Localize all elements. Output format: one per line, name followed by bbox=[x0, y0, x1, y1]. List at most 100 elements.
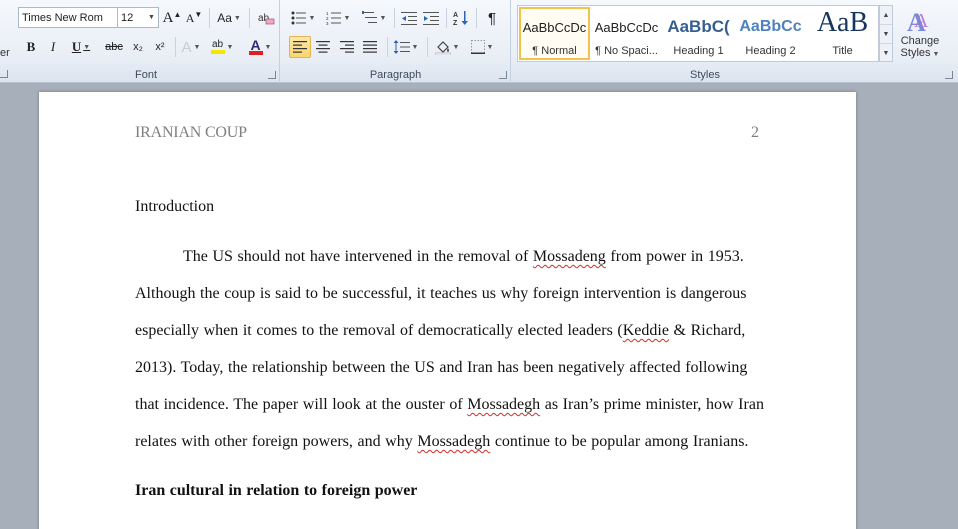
numbering-button[interactable]: 1 2 3 ▼ bbox=[323, 7, 353, 29]
styles-dialog-launcher-icon[interactable] bbox=[945, 71, 953, 79]
strikethrough-button[interactable]: abc bbox=[102, 36, 126, 58]
style-sample: AaBbC( bbox=[667, 17, 730, 36]
decrease-indent-button[interactable] bbox=[398, 7, 420, 29]
multilevel-list-button[interactable]: ▼ bbox=[359, 7, 389, 29]
gallery-scroll-down-icon[interactable]: ▼ bbox=[880, 25, 892, 44]
style-tile-heading-2[interactable]: AaBbCc Heading 2 bbox=[735, 7, 806, 60]
align-center-icon bbox=[316, 41, 330, 53]
style-tile-no-spacing[interactable]: AaBbCcDc ¶ No Spaci... bbox=[591, 7, 662, 60]
paragraph-dialog-launcher-icon[interactable] bbox=[499, 71, 507, 79]
font-name-combo[interactable]: Times New Rom ▼ bbox=[18, 7, 131, 28]
change-styles-label: Change Styles ▼ bbox=[898, 35, 942, 61]
chevron-down-icon: ▼ bbox=[932, 51, 940, 58]
align-left-button[interactable] bbox=[289, 36, 311, 58]
gallery-more-icon[interactable]: ▼ bbox=[880, 44, 892, 63]
borders-button[interactable]: ▼ bbox=[467, 36, 497, 58]
font-dialog-launcher-icon[interactable] bbox=[268, 71, 276, 79]
sort-button[interactable]: AZ bbox=[450, 7, 472, 29]
show-marks-button[interactable]: ¶ bbox=[481, 7, 503, 29]
shrink-arrow-icon: ▼ bbox=[194, 9, 203, 19]
multilevel-list-icon bbox=[361, 11, 377, 23]
increase-indent-button[interactable] bbox=[420, 7, 442, 29]
align-center-button[interactable] bbox=[312, 36, 334, 58]
style-tile-title[interactable]: AaB Title bbox=[807, 7, 878, 60]
body-text: 2013). Today, the relationship between t… bbox=[135, 359, 748, 376]
chevron-down-icon: ▼ bbox=[308, 14, 316, 22]
body-text: & Richard, bbox=[668, 322, 746, 339]
spelling-error-word[interactable]: Mossadegh bbox=[417, 433, 490, 450]
highlight-glyph: ab bbox=[211, 39, 224, 50]
body-text: The US should not have intervened in the… bbox=[183, 248, 533, 265]
subscript-icon: x₂ bbox=[133, 41, 143, 53]
body-line: that incidence. The paper will look at t… bbox=[135, 396, 764, 414]
spelling-error-word[interactable]: Mossadeng bbox=[533, 248, 606, 265]
decrease-indent-icon bbox=[401, 12, 417, 25]
grow-font-button[interactable]: A ▲ bbox=[163, 7, 182, 29]
borders-icon bbox=[470, 40, 485, 54]
superscript-button[interactable]: x² bbox=[150, 36, 170, 58]
line-spacing-button[interactable]: ▼ bbox=[391, 36, 421, 58]
body-line: The US should not have intervened in the… bbox=[135, 248, 761, 266]
style-sample: AaBbCcDc bbox=[594, 20, 659, 35]
paint-bucket-icon bbox=[434, 40, 451, 55]
chevron-down-icon[interactable]: ▼ bbox=[145, 8, 158, 27]
style-tile-heading-1[interactable]: AaBbC( Heading 1 bbox=[663, 7, 734, 60]
align-left-icon bbox=[293, 41, 307, 53]
gallery-scroll-up-icon[interactable]: ▲ bbox=[880, 6, 892, 25]
text-effects-icon: A bbox=[181, 38, 192, 56]
font-group-label: Font bbox=[134, 69, 157, 81]
text-effects-button[interactable]: A ▼ bbox=[179, 36, 203, 58]
italic-icon: I bbox=[50, 39, 56, 54]
font-color-button[interactable]: A ▼ bbox=[245, 36, 275, 58]
font-size-combo[interactable]: 12 ▼ bbox=[117, 7, 159, 28]
body-line: Although the coup is said to be successf… bbox=[135, 285, 761, 303]
gallery-scrollbar[interactable]: ▲ ▼ ▼ bbox=[879, 5, 893, 62]
subscript-button[interactable]: x₂ bbox=[128, 36, 148, 58]
align-right-button[interactable] bbox=[336, 36, 358, 58]
spelling-error-word[interactable]: Keddie bbox=[623, 322, 669, 339]
spelling-error-word[interactable]: Mossadegh bbox=[467, 396, 540, 413]
svg-text:A: A bbox=[914, 10, 929, 32]
document-page[interactable]: IRANIAN COUP 2 Introduction The US shoul… bbox=[39, 92, 856, 529]
font-color-glyph: A bbox=[250, 37, 261, 53]
clear-formatting-button[interactable]: ab bbox=[255, 7, 277, 29]
underline-button[interactable]: U ▼ bbox=[66, 36, 96, 58]
chevron-down-icon: ▼ bbox=[486, 43, 494, 51]
font-color-bar bbox=[248, 51, 263, 55]
style-sample: AaBbCc bbox=[739, 18, 802, 35]
highlight-button[interactable]: ab ▼ bbox=[207, 36, 237, 58]
shading-button[interactable]: ▼ bbox=[432, 36, 462, 58]
body-text: that incidence. The paper will look at t… bbox=[135, 396, 468, 413]
style-sample: AaB bbox=[816, 7, 869, 38]
grow-arrow-icon: ▲ bbox=[173, 9, 182, 19]
line-spacing-icon bbox=[393, 40, 410, 54]
chevron-down-icon: ▼ bbox=[193, 43, 201, 51]
chevron-down-icon: ▼ bbox=[343, 14, 351, 22]
sort-icon: AZ bbox=[453, 11, 468, 26]
section-subheading: Iran cultural in relation to foreign pow… bbox=[135, 482, 418, 499]
style-name: ¶ Normal bbox=[532, 45, 577, 57]
shrink-font-icon: A bbox=[185, 10, 195, 25]
paragraph-group-label: Paragraph bbox=[369, 69, 422, 81]
svg-text:A: A bbox=[453, 12, 458, 19]
change-styles-button[interactable]: A A Change Styles ▼ bbox=[897, 3, 943, 65]
style-tile-normal[interactable]: AaBbCcDc ¶ Normal bbox=[519, 7, 590, 60]
font-name-value: Times New Rom bbox=[22, 11, 103, 24]
font-color-icon: A bbox=[248, 37, 263, 55]
italic-button[interactable]: I bbox=[43, 36, 63, 58]
chevron-down-icon: ▼ bbox=[411, 43, 419, 51]
body-line: especially when it comes to the removal … bbox=[135, 322, 761, 340]
highlight-color-bar bbox=[210, 50, 225, 54]
chevron-down-icon: ▼ bbox=[452, 43, 460, 51]
increase-indent-icon bbox=[423, 12, 439, 25]
bullets-button[interactable]: ▼ bbox=[288, 7, 318, 29]
styles-group-label: Styles bbox=[690, 69, 720, 81]
clipboard-launcher-icon[interactable] bbox=[0, 70, 10, 80]
style-name: ¶ No Spaci... bbox=[595, 45, 658, 57]
change-case-button[interactable]: Aa ▼ bbox=[215, 7, 243, 29]
chevron-down-icon: ▼ bbox=[233, 14, 241, 22]
bold-button[interactable]: B bbox=[21, 36, 41, 58]
body-text: relates with other foreign powers, and w… bbox=[135, 433, 418, 450]
shrink-font-button[interactable]: A ▼ bbox=[185, 7, 203, 29]
justify-button[interactable] bbox=[359, 36, 381, 58]
